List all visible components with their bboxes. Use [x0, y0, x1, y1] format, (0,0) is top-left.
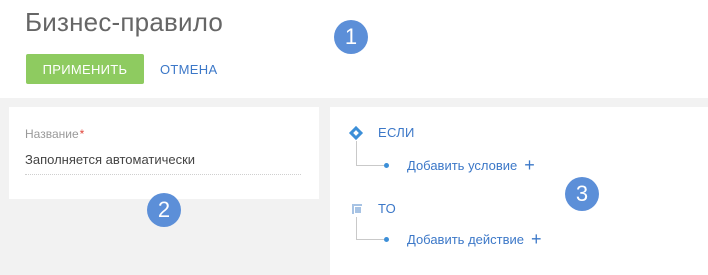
condition-bullet	[384, 163, 389, 168]
name-panel: Название* Заполняется автоматически	[9, 107, 319, 199]
square-icon	[352, 204, 362, 214]
page-title: Бизнес-правило	[25, 7, 224, 37]
required-mark: *	[79, 127, 85, 141]
name-label-text: Название	[25, 127, 79, 141]
add-action-label: Добавить действие	[407, 231, 524, 247]
name-field-underline	[25, 174, 301, 175]
action-bullet	[384, 237, 389, 242]
tree-line-vertical	[356, 141, 357, 165]
add-condition-link[interactable]: Добавить условие +	[407, 156, 535, 174]
add-condition-label: Добавить условие	[407, 157, 518, 173]
callout-badge-2: 2	[147, 193, 181, 227]
diamond-icon	[348, 125, 364, 141]
if-section-label: ЕСЛИ	[378, 125, 415, 140]
callout-badge-1: 1	[334, 20, 368, 54]
plus-icon: +	[531, 229, 542, 249]
tree-line-horizontal	[356, 165, 384, 166]
cancel-button[interactable]: ОТМЕНА	[160, 54, 217, 84]
callout-badge-3: 3	[565, 177, 599, 211]
tree-line-vertical	[356, 217, 357, 239]
apply-button[interactable]: ПРИМЕНИТЬ	[26, 54, 144, 84]
content-area: Название* Заполняется автоматически ЕСЛИ…	[0, 98, 708, 275]
plus-icon: +	[524, 155, 535, 175]
add-action-link[interactable]: Добавить действие +	[407, 230, 542, 248]
name-field[interactable]: Заполняется автоматически	[25, 152, 195, 167]
rule-panel: ЕСЛИ Добавить условие + ТО Добавить дейс…	[330, 107, 708, 275]
name-field-label: Название*	[25, 127, 84, 141]
tree-line-horizontal	[356, 239, 384, 240]
then-section-label: ТО	[378, 201, 397, 216]
